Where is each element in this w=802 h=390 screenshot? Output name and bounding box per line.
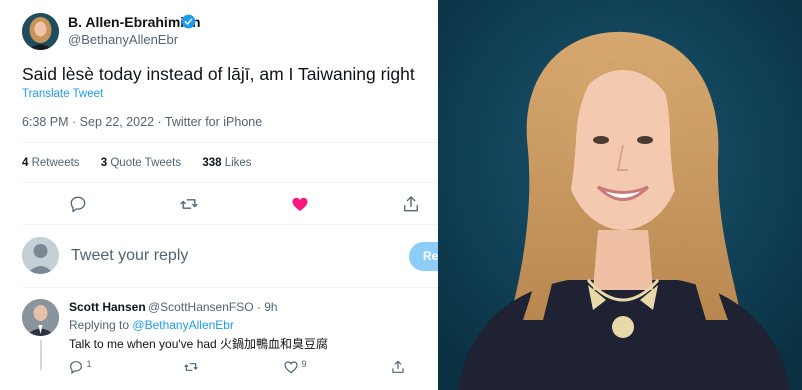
share-icon[interactable] <box>401 194 421 214</box>
reply-reply-count: 1 <box>86 359 92 369</box>
reply-author-avatar[interactable] <box>22 299 59 336</box>
portrait-photo <box>438 0 802 390</box>
author-handle[interactable]: @BethanyAllenEbr <box>68 32 178 47</box>
replying-to-link[interactable]: @BethanyAllenEbr <box>132 318 234 332</box>
likes-label: Likes <box>224 157 252 169</box>
tweet-actions <box>0 194 438 214</box>
reply-reply-action[interactable]: 1 <box>68 359 92 375</box>
retweet-icon[interactable] <box>179 194 199 214</box>
like-icon[interactable] <box>290 194 310 214</box>
portrait-image <box>438 0 802 390</box>
reply-like-action[interactable]: 9 <box>283 359 307 375</box>
divider <box>22 142 438 143</box>
reply-like-count: 9 <box>301 359 307 369</box>
tweet-panel: B. Allen-Ebrahimian @BethanyAllenEbr Sai… <box>0 0 438 390</box>
default-avatar <box>22 237 59 274</box>
tweet-timestamp[interactable]: 6:38 PM · Sep 22, 2022 · Twitter for iPh… <box>22 115 262 129</box>
quote-tweets-label: Quote Tweets <box>110 157 182 169</box>
replying-to-label: Replying to <box>69 318 130 332</box>
replying-to: Replying to @BethanyAllenEbr <box>69 318 234 332</box>
author-avatar[interactable] <box>22 13 59 50</box>
reply-input[interactable]: Tweet your reply <box>71 247 188 265</box>
quote-tweets-count: 3 <box>100 157 108 169</box>
like-outline-icon <box>284 361 298 374</box>
reply-retweet-action[interactable] <box>183 359 199 375</box>
retweets-count: 4 <box>22 157 29 169</box>
reply-handle-time[interactable]: @ScottHansenFSO · 9h <box>148 300 278 314</box>
quote-tweets-stat[interactable]: 3 Quote Tweets <box>101 157 181 169</box>
verified-badge-icon <box>181 14 196 29</box>
divider <box>22 287 438 288</box>
reply-icon <box>70 361 82 375</box>
reply-text: Talk to me when you've had 火鍋加鴨血和臭豆腐 <box>69 337 329 351</box>
tweet-text: Said lèsè today instead of lājī, am I Ta… <box>22 64 415 84</box>
reply-actions: 1 9 <box>0 359 438 375</box>
reply-icon[interactable] <box>68 194 88 214</box>
tweet-stats: 4 Retweets 3 Quote Tweets 338 Likes <box>22 157 270 169</box>
reply-author-name[interactable]: Scott Hansen <box>69 300 146 314</box>
share-icon <box>392 360 404 373</box>
translate-tweet-link[interactable]: Translate Tweet <box>22 88 103 100</box>
reply-share-action[interactable] <box>390 359 406 375</box>
retweet-icon <box>184 363 198 371</box>
retweets-stat[interactable]: 4 Retweets <box>22 157 80 169</box>
likes-count: 338 <box>202 157 222 169</box>
divider <box>22 182 438 183</box>
reply-button[interactable]: Reply <box>409 242 438 271</box>
retweets-label: Retweets <box>31 157 80 169</box>
divider <box>22 224 438 225</box>
likes-stat[interactable]: 338 Likes <box>202 157 251 169</box>
